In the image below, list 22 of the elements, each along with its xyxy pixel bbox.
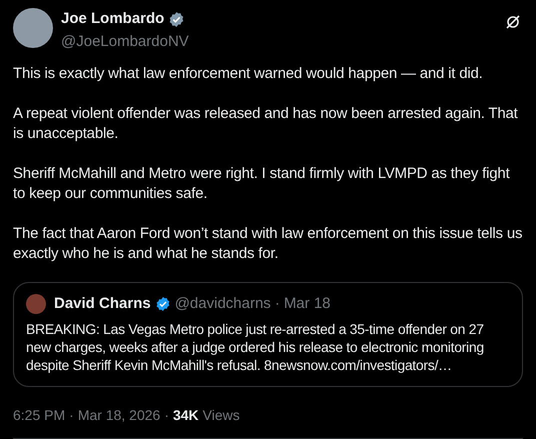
post-paragraph: A repeat violent offender was released and has now been arrested again. That is unacceptable. [13, 104, 519, 144]
post-paragraph: Sheriff McMahill and Metro were right. I stand firmly with LVMPD as they fight to keep our communities safe. [13, 164, 511, 204]
avatar [13, 8, 53, 48]
post-date: Mar 18, 2026 [78, 406, 160, 424]
quoted-author-handle: @davidcharns [174, 294, 271, 314]
author-name[interactable]: Joe Lombardo [61, 8, 164, 30]
quoted-post-card[interactable] [13, 282, 523, 386]
views-label: Views [202, 406, 240, 424]
author-handle[interactable]: @JoeLombardoNV [61, 30, 497, 53]
quoted-post-date: Mar 18 [284, 294, 330, 314]
view-count: 34K [172, 406, 199, 424]
post-paragraph: This is exactly what law enforcement warned would happen — and it did. [13, 64, 484, 84]
post-time: 6:25 PM [13, 406, 66, 424]
link[interactable]: 8newsnow.com/investigators/… [264, 356, 452, 372]
separator-dot: · [274, 294, 280, 314]
avatar [26, 294, 46, 314]
post-paragraph: The fact that Aaron Ford won’t stand with law enforcement on this issue tells us exactly who he is and what he stands for. [13, 224, 523, 264]
separator-dot: · [164, 406, 169, 424]
quoted-author-name: David Charns [54, 294, 151, 314]
separator-dot: · [69, 406, 74, 424]
quoted-post-text: BREAKING: Las Vegas Metro police just re-arrested a 35-time offender on 27 new charges, weeks after a judge ordered his release to electronic monitoring despite Sheriff Kevin McMahill's refusal. 8newsnow.com/investigators/… [26, 320, 485, 374]
slashed-circle-icon[interactable] [505, 14, 521, 30]
